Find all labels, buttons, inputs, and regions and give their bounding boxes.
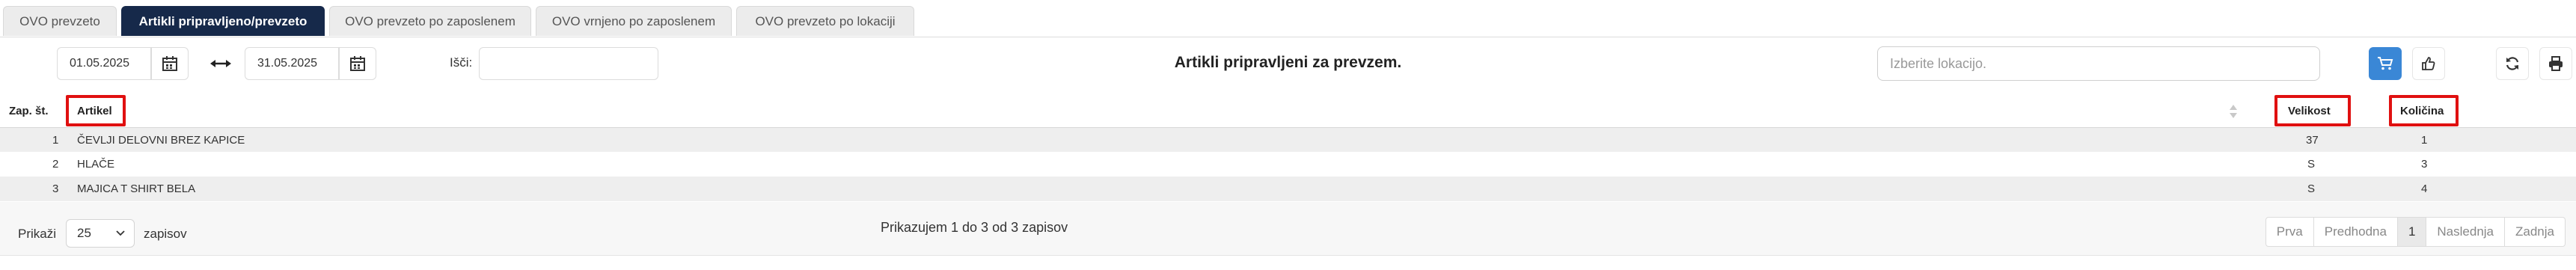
page-size-select[interactable]: 25: [66, 219, 135, 248]
tab-ovo-vrnjeno-po-zaposlenem[interactable]: OVO vrnjeno po zaposlenem: [536, 6, 732, 36]
highlight-quantity: [2389, 95, 2459, 126]
cart-icon: [2378, 57, 2393, 70]
show-label: Prikaži: [18, 227, 57, 241]
cell-size: 37: [2306, 134, 2319, 147]
printer-icon: [2549, 56, 2563, 71]
thumbs-up-icon: [2422, 57, 2435, 70]
cell-article: HLAČE: [77, 158, 115, 171]
table-footer: [0, 202, 2576, 256]
page-size-value: 25: [77, 226, 91, 240]
cart-button[interactable]: [2369, 47, 2402, 80]
records-label: zapisov: [144, 227, 187, 241]
pagination: Prva Predhodna 1 Naslednja Zadnja: [2265, 217, 2566, 247]
pager-first-button[interactable]: Prva: [2266, 218, 2314, 246]
highlight-article: [66, 95, 126, 126]
cell-quantity: 3: [2421, 158, 2428, 171]
chevron-down-icon: [116, 230, 125, 236]
pager-last-button[interactable]: Zadnja: [2505, 218, 2565, 246]
tab-ovo-prevzeto-po-lokaciji[interactable]: OVO prevzeto po lokaciji: [736, 6, 914, 36]
records-info: Prikazujem 1 do 3 od 3 zapisov: [881, 220, 1068, 235]
location-input[interactable]: Izberite lokacijo.: [1877, 46, 2320, 81]
tab-ovo-prevzeto-po-zaposlenem[interactable]: OVO prevzeto po zaposlenem: [329, 6, 531, 36]
cell-article: ČEVLJI DELOVNI BREZ KAPICE: [77, 134, 245, 147]
pager-page-1[interactable]: 1: [2397, 218, 2427, 246]
pager-previous-button[interactable]: Predhodna: [2314, 218, 2398, 246]
highlight-size: [2274, 95, 2351, 126]
sort-icon: [2229, 103, 2238, 120]
thumbs-up-button[interactable]: [2412, 47, 2445, 80]
cell-article: MAJICA T SHIRT BELA: [77, 182, 196, 195]
table-row[interactable]: 2 HLAČE S 3: [0, 152, 2576, 177]
cell-number: 3: [52, 182, 59, 195]
pager-next-button[interactable]: Naslednja: [2426, 218, 2506, 246]
cell-size: S: [2307, 158, 2316, 171]
refresh-button[interactable]: [2496, 47, 2529, 80]
cell-quantity: 1: [2421, 134, 2428, 147]
table-row[interactable]: 3 MAJICA T SHIRT BELA S 4: [0, 177, 2576, 201]
print-button[interactable]: [2539, 47, 2572, 80]
tab-bar: OVO prevzeto Artikli pripravljeno/prevze…: [0, 4, 2576, 37]
cell-number: 2: [52, 158, 59, 171]
cell-quantity: 4: [2421, 182, 2428, 195]
table-row[interactable]: 1 ČEVLJI DELOVNI BREZ KAPICE 37 1: [0, 127, 2576, 152]
tab-artikli-pripravljeno-prevzeto[interactable]: Artikli pripravljeno/prevzeto: [121, 6, 325, 36]
cell-number: 1: [52, 134, 59, 147]
cell-size: S: [2307, 182, 2316, 195]
column-header-number[interactable]: Zap. št.: [9, 105, 49, 117]
refresh-icon: [2506, 57, 2519, 70]
tab-ovo-prevzeto[interactable]: OVO prevzeto: [3, 6, 117, 36]
